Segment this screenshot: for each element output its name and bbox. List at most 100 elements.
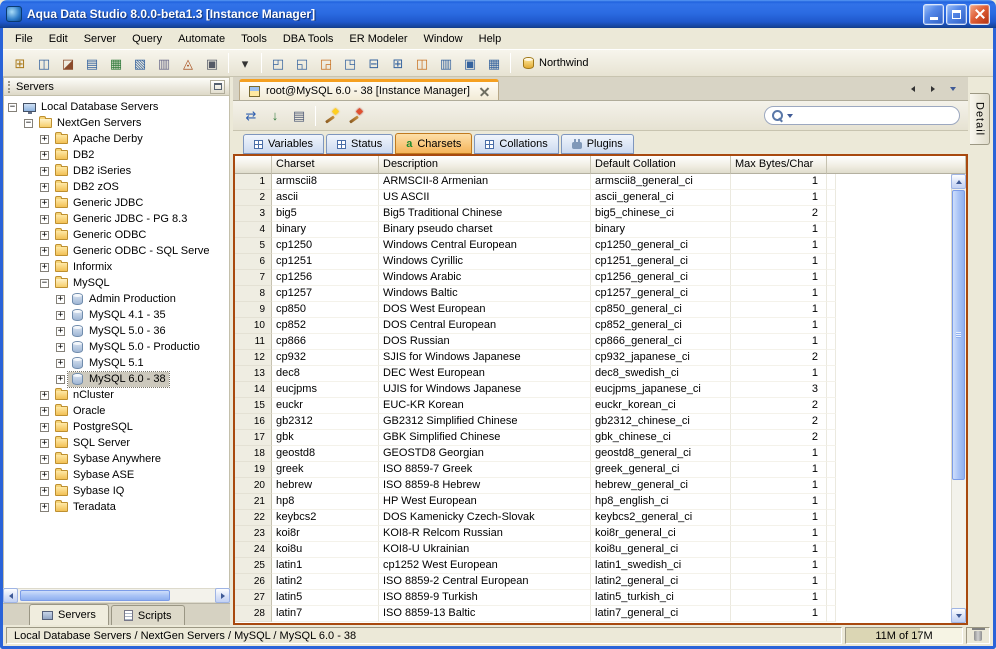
cell-description[interactable]: Windows Central European [379, 238, 591, 254]
cell-max-bytes[interactable]: 1 [731, 494, 827, 510]
cell-description[interactable]: US ASCII [379, 190, 591, 206]
expander-icon[interactable]: − [40, 278, 49, 288]
cell-charset[interactable]: latin2 [272, 574, 379, 590]
results-form-button[interactable]: ◲ [314, 51, 338, 75]
row-number[interactable]: 26 [235, 574, 272, 590]
tree-item-sybase-iq[interactable]: + Sybase IQ [4, 483, 229, 499]
row-number[interactable]: 2 [235, 190, 272, 206]
search-box[interactable] [764, 106, 960, 125]
menu-query[interactable]: Query [124, 30, 170, 48]
tree-item-postgresql[interactable]: + PostgreSQL [4, 419, 229, 435]
format-wand-button[interactable] [320, 104, 344, 128]
cell-default-collation[interactable]: cp1251_general_ci [591, 254, 731, 270]
cell-description[interactable]: GBK Simplified Chinese [379, 430, 591, 446]
cell-charset[interactable]: latin1 [272, 558, 379, 574]
cell-max-bytes[interactable]: 1 [731, 366, 827, 382]
expander-icon[interactable]: + [40, 246, 49, 256]
row-number[interactable]: 20 [235, 478, 272, 494]
cell-default-collation[interactable]: cp850_general_ci [591, 302, 731, 318]
row-number[interactable]: 13 [235, 366, 272, 382]
tree-item-mysql-5-0-productio[interactable]: + MySQL 5.0 - Productio [4, 339, 229, 355]
window-maximize-button[interactable]: ▣ [458, 51, 482, 75]
tab-plugins[interactable]: Plugins [560, 134, 634, 154]
cell-description[interactable]: GEOSTD8 Georgian [379, 446, 591, 462]
expander-icon[interactable]: + [40, 166, 49, 176]
cell-max-bytes[interactable]: 1 [731, 318, 827, 334]
expander-icon[interactable]: + [40, 438, 49, 448]
cell-description[interactable]: DOS West European [379, 302, 591, 318]
tab-detail[interactable]: Detail [970, 93, 990, 145]
cell-description[interactable]: ISO 8859-8 Hebrew [379, 478, 591, 494]
row-number[interactable]: 18 [235, 446, 272, 462]
expander-icon[interactable]: + [40, 262, 49, 272]
cell-description[interactable]: KOI8-R Relcom Russian [379, 526, 591, 542]
cell-description[interactable]: ISO 8859-7 Greek [379, 462, 591, 478]
row-number[interactable]: 6 [235, 254, 272, 270]
column-header-max-bytes-char[interactable]: Max Bytes/Char [731, 156, 827, 174]
cell-charset[interactable]: cp866 [272, 334, 379, 350]
expander-icon[interactable]: + [40, 486, 49, 496]
row-number[interactable]: 17 [235, 430, 272, 446]
tree-item-local-database-servers[interactable]: − Local Database Servers [4, 99, 229, 115]
cell-max-bytes[interactable]: 1 [731, 174, 827, 190]
tree-item-sql-server[interactable]: + SQL Server [4, 435, 229, 451]
cell-default-collation[interactable]: cp852_general_ci [591, 318, 731, 334]
query-analyzer-button[interactable]: ▦ [104, 51, 128, 75]
cell-max-bytes[interactable]: 1 [731, 302, 827, 318]
cell-charset[interactable]: armscii8 [272, 174, 379, 190]
cell-default-collation[interactable]: keybcs2_general_ci [591, 510, 731, 526]
cell-max-bytes[interactable]: 1 [731, 510, 827, 526]
cell-charset[interactable]: koi8u [272, 542, 379, 558]
tree-item-db2-zos[interactable]: + DB2 zOS [4, 179, 229, 195]
float-panel-button[interactable] [210, 79, 225, 94]
cell-default-collation[interactable]: latin7_general_ci [591, 606, 731, 622]
cell-charset[interactable]: cp1250 [272, 238, 379, 254]
cell-max-bytes[interactable]: 1 [731, 270, 827, 286]
cell-max-bytes[interactable]: 2 [731, 414, 827, 430]
panel-grip-icon[interactable] [8, 80, 11, 93]
row-number[interactable]: 7 [235, 270, 272, 286]
menu-help[interactable]: Help [471, 30, 510, 48]
cell-description[interactable]: ISO 8859-9 Turkish [379, 590, 591, 606]
scroll-up-button[interactable] [951, 174, 966, 189]
expander-icon[interactable]: + [40, 390, 49, 400]
cell-default-collation[interactable]: koi8u_general_ci [591, 542, 731, 558]
cell-default-collation[interactable]: dec8_swedish_ci [591, 366, 731, 382]
split-horizontal-button[interactable]: ⊟ [362, 51, 386, 75]
tree-item-mysql-5-1[interactable]: + MySQL 5.1 [4, 355, 229, 371]
cell-charset[interactable]: cp852 [272, 318, 379, 334]
table-row-8[interactable]: 8 cp1257 Windows Baltic cp1257_general_ci 1 [235, 286, 966, 302]
expander-icon[interactable]: + [56, 294, 65, 304]
cell-max-bytes[interactable]: 1 [731, 222, 827, 238]
expander-icon[interactable]: − [8, 102, 17, 112]
tree-horizontal-scrollbar[interactable] [3, 588, 230, 603]
row-number[interactable]: 9 [235, 302, 272, 318]
table-row-12[interactable]: 12 cp932 SJIS for Windows Japanese cp932_ja… [235, 350, 966, 366]
expander-icon[interactable]: + [56, 374, 65, 384]
cell-default-collation[interactable]: euckr_korean_ci [591, 398, 731, 414]
tab-list-button[interactable] [946, 82, 960, 96]
sidebar-tab-scripts[interactable]: Scripts [110, 605, 185, 625]
row-number[interactable]: 4 [235, 222, 272, 238]
expander-icon[interactable]: + [56, 358, 65, 368]
cell-max-bytes[interactable]: 1 [731, 286, 827, 302]
cell-max-bytes[interactable]: 1 [731, 590, 827, 606]
expander-icon[interactable]: + [40, 422, 49, 432]
expander-icon[interactable]: − [24, 118, 33, 128]
row-number[interactable]: 8 [235, 286, 272, 302]
results-grid-button[interactable]: ◰ [266, 51, 290, 75]
row-number[interactable]: 11 [235, 334, 272, 350]
scroll-tabs-left-button[interactable] [906, 82, 920, 96]
tree-item-generic-jdbc-pg-8-3[interactable]: + Generic JDBC - PG 8.3 [4, 211, 229, 227]
tab-collations[interactable]: Collations [474, 134, 559, 154]
er-modeler-button[interactable]: ◬ [176, 51, 200, 75]
table-row-26[interactable]: 26 latin2 ISO 8859-2 Central European latin… [235, 574, 966, 590]
results-text-button[interactable]: ◱ [290, 51, 314, 75]
menu-window[interactable]: Window [416, 30, 471, 48]
table-row-17[interactable]: 17 gbk GBK Simplified Chinese gbk_chinese_c… [235, 430, 966, 446]
cell-charset[interactable]: latin7 [272, 606, 379, 622]
tree-item-generic-jdbc[interactable]: + Generic JDBC [4, 195, 229, 211]
table-row-16[interactable]: 16 gb2312 GB2312 Simplified Chinese gb2312_… [235, 414, 966, 430]
title-bar[interactable]: Aqua Data Studio 8.0.0-beta1.3 [Instance… [0, 0, 996, 28]
row-number[interactable]: 15 [235, 398, 272, 414]
